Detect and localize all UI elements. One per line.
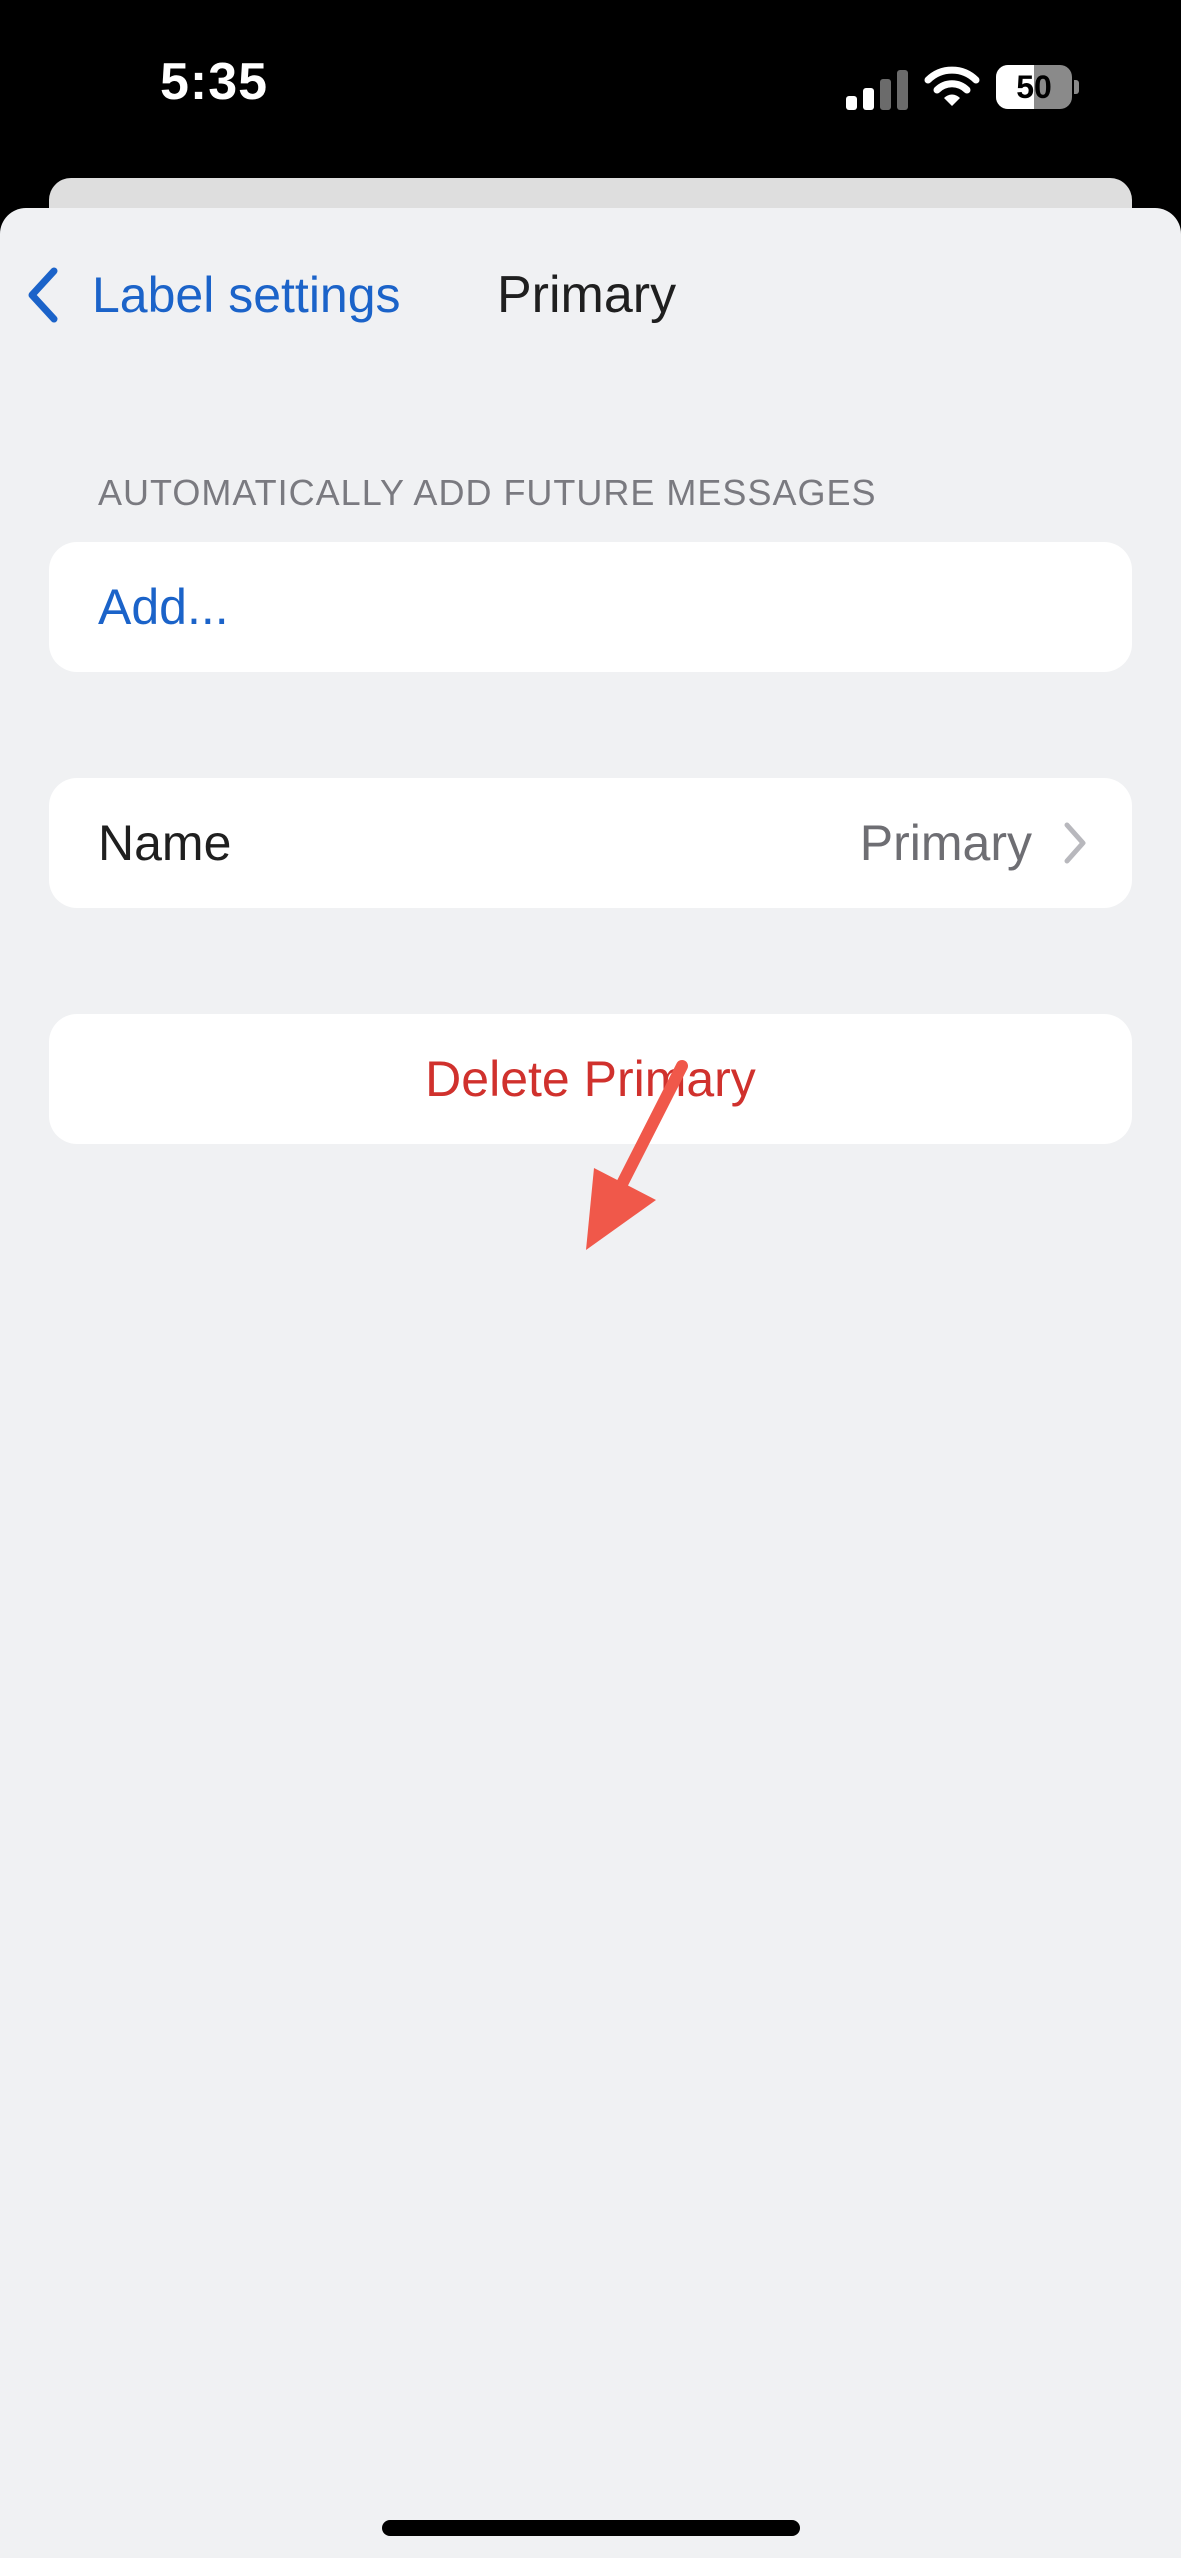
add-rule-label: Add... xyxy=(98,579,229,635)
status-time: 5:35 xyxy=(160,53,269,111)
back-button[interactable]: Label settings xyxy=(22,260,401,330)
home-indicator[interactable] xyxy=(382,2520,800,2536)
cell-signal-icon xyxy=(846,70,908,110)
auto-add-section-header: AUTOMATICALLY ADD FUTURE MESSAGES xyxy=(98,472,877,513)
wifi-icon xyxy=(924,66,980,106)
add-rule-button[interactable]: Add... xyxy=(49,542,1132,672)
delete-label-text: Delete Primary xyxy=(425,1051,756,1107)
battery-level: 50 xyxy=(1016,69,1052,105)
name-row-value: Primary xyxy=(859,815,1032,871)
status-bar: 5:35 50 xyxy=(0,0,1181,176)
label-settings-sheet: Label settings Primary AUTOMATICALLY ADD… xyxy=(0,208,1181,2558)
delete-label-button[interactable]: Delete Primary xyxy=(49,1014,1132,1144)
name-row-label: Name xyxy=(98,815,232,871)
chevron-left-icon xyxy=(28,267,58,323)
battery-icon: 50 xyxy=(996,65,1079,109)
chevron-right-icon xyxy=(1064,822,1086,864)
back-button-label: Label settings xyxy=(92,267,401,323)
name-row[interactable]: Name Primary xyxy=(49,778,1132,908)
page-title: Primary xyxy=(497,266,677,324)
